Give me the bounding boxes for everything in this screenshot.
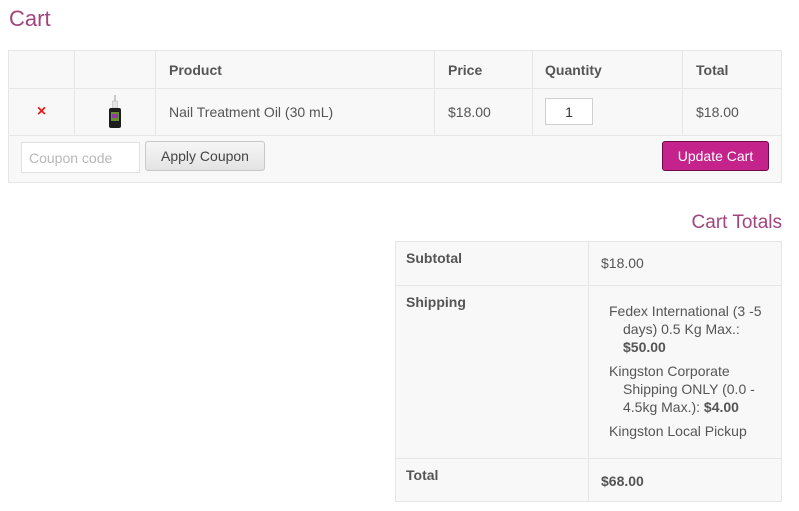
shipping-option-kingston-corporate[interactable]: Kingston Corporate Shipping ONLY (0.0 - … <box>609 362 769 416</box>
column-thumbnail <box>74 51 155 88</box>
shipping-option-price: $4.00 <box>703 399 739 415</box>
total-row: Total $68.00 <box>396 459 781 501</box>
total-label: Total <box>406 467 439 483</box>
product-price: $18.00 <box>434 88 532 135</box>
update-cart-button[interactable]: Update Cart <box>662 141 769 171</box>
product-thumbnail[interactable] <box>74 88 155 135</box>
subtotal-value: $18.00 <box>601 255 644 271</box>
quantity-input[interactable] <box>545 98 593 125</box>
cart-actions: Apply Coupon Update Cart <box>9 135 781 182</box>
cart-item-row: × Nail Treatment Oil (30 mL) $18.00 $18.… <box>9 88 781 136</box>
shipping-option-fedex[interactable]: Fedex International (3 -5 days) 0.5 Kg M… <box>609 302 769 356</box>
order-total-value: $68.00 <box>601 473 644 489</box>
shipping-options: Fedex International (3 -5 days) 0.5 Kg M… <box>609 302 769 446</box>
apply-coupon-button[interactable]: Apply Coupon <box>145 141 265 171</box>
shipping-option-price: $50.00 <box>623 339 666 355</box>
column-quantity: Quantity <box>532 51 682 88</box>
cart-totals-table: Subtotal $18.00 Shipping Fedex Internati… <box>395 241 782 502</box>
cart-table: Product Price Quantity Total × Nail Trea… <box>8 50 782 183</box>
remove-item-button[interactable]: × <box>9 88 74 135</box>
shipping-option-local-pickup[interactable]: Kingston Local Pickup <box>609 422 769 440</box>
column-price: Price <box>434 51 532 88</box>
subtotal-label: Subtotal <box>406 250 462 266</box>
line-total: $18.00 <box>682 88 781 135</box>
product-name-link[interactable]: Nail Treatment Oil (30 mL) <box>155 88 434 135</box>
remove-icon[interactable]: × <box>37 103 46 121</box>
page-title: Cart <box>9 6 51 31</box>
column-remove <box>9 51 74 88</box>
shipping-row: Shipping Fedex International (3 -5 days)… <box>396 286 781 459</box>
column-total: Total <box>682 51 781 88</box>
subtotal-row: Subtotal $18.00 <box>396 242 781 286</box>
bottle-icon[interactable] <box>108 94 122 129</box>
cart-totals-title: Cart Totals <box>691 212 782 233</box>
shipping-option-name: Fedex International (3 -5 days) 0.5 Kg M… <box>609 303 762 337</box>
cart-table-header: Product Price Quantity Total <box>9 51 781 89</box>
shipping-option-name: Kingston Local Pickup <box>609 423 747 439</box>
coupon-code-input[interactable] <box>21 142 140 173</box>
column-product: Product <box>155 51 434 88</box>
quantity-cell <box>532 88 682 135</box>
shipping-label: Shipping <box>406 294 466 310</box>
